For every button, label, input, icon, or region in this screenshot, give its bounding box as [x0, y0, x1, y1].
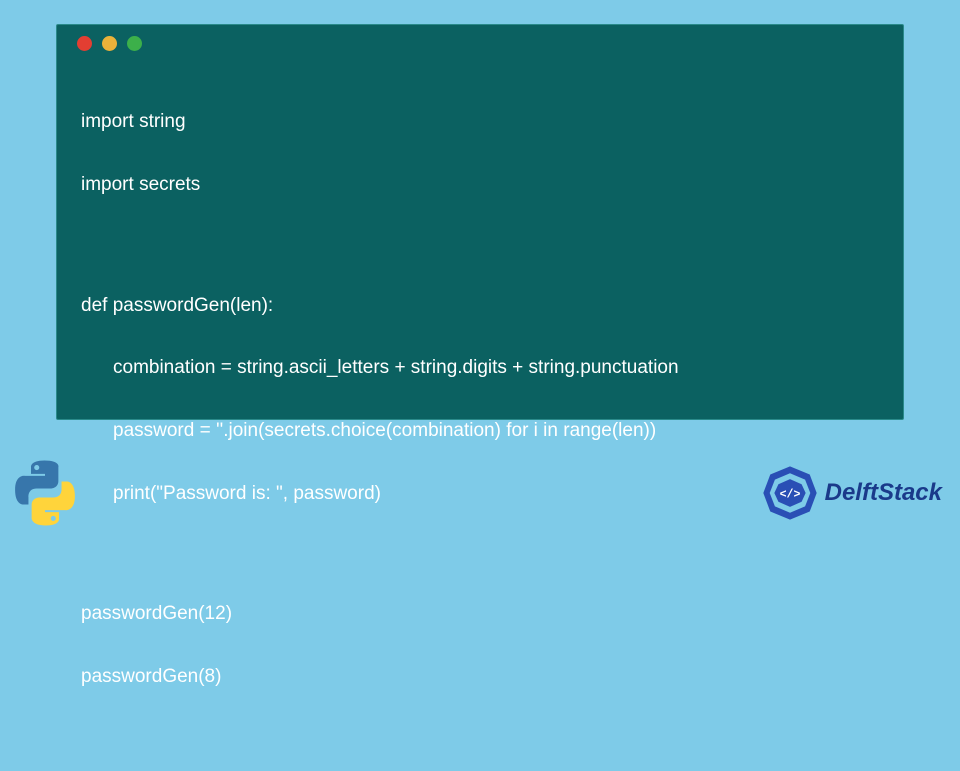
code-line: password = ''.join(secrets.choice(combin…	[81, 415, 879, 446]
minimize-icon	[102, 36, 117, 51]
code-line: passwordGen(12)	[81, 598, 879, 629]
window-titlebar	[57, 25, 903, 61]
code-line: import string	[81, 106, 879, 137]
code-line: def passwordGen(len):	[81, 290, 879, 321]
code-text: print("Password is: ", password)	[113, 483, 381, 504]
svg-text:</>: </>	[779, 489, 800, 502]
code-line: combination = string.ascii_letters + str…	[81, 352, 879, 383]
code-text: combination = string.ascii_letters + str…	[113, 357, 679, 378]
close-icon	[77, 36, 92, 51]
code-text: password = ''.join(secrets.choice(combin…	[113, 420, 656, 441]
code-block: import string import secrets def passwor…	[57, 61, 903, 771]
code-line: import secrets	[81, 169, 879, 200]
brand-logo-icon: </>	[761, 464, 819, 522]
code-window: import string import secrets def passwor…	[56, 24, 904, 420]
brand-name: DelftStack	[825, 479, 942, 507]
brand: </> DelftStack	[761, 464, 942, 522]
maximize-icon	[127, 36, 142, 51]
code-line: print("Password is: ", password)	[81, 478, 879, 509]
python-icon	[10, 458, 80, 528]
code-line: passwordGen(8)	[81, 661, 879, 692]
blank-line	[81, 540, 879, 567]
blank-line	[81, 232, 879, 259]
